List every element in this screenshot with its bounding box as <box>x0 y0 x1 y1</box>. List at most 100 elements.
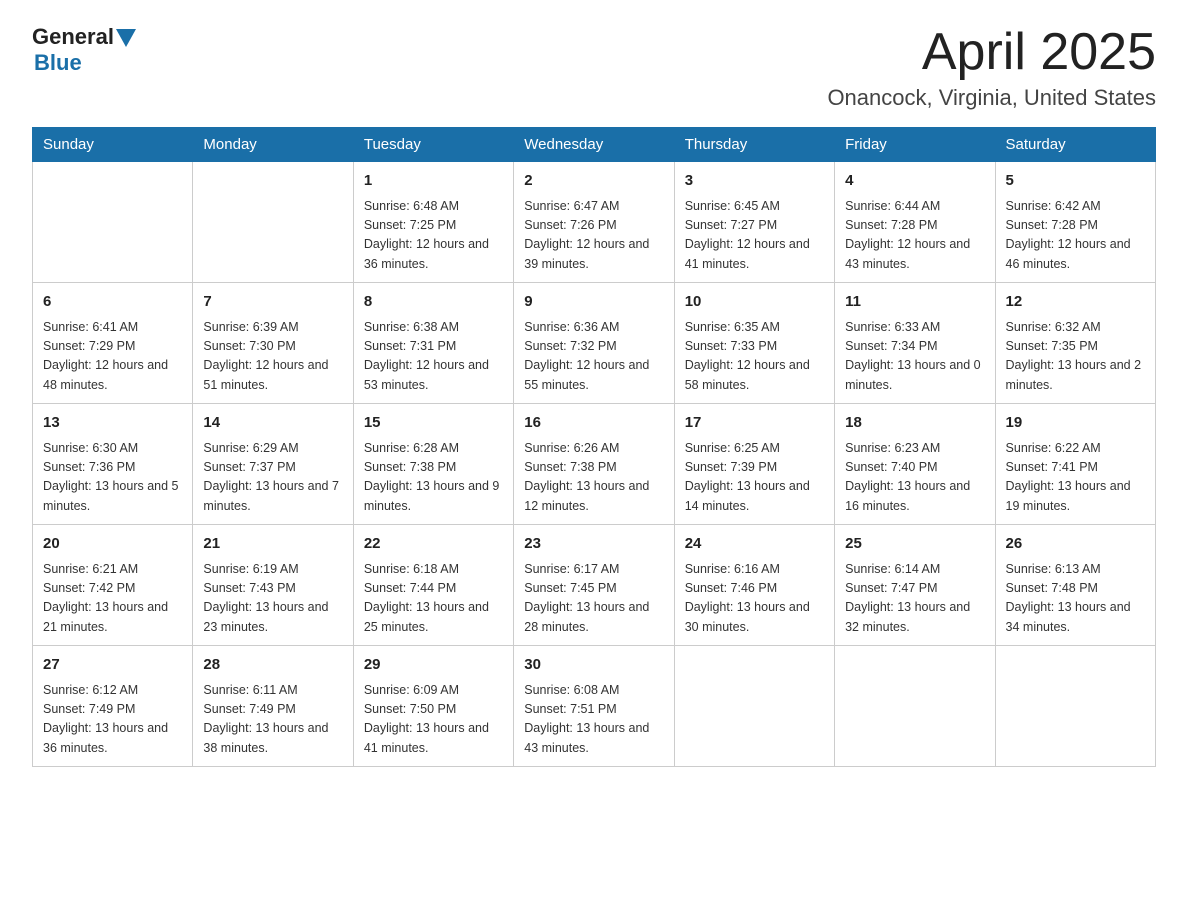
calendar-cell: 22 Sunrise: 6:18 AMSunset: 7:44 PMDayligh… <box>353 525 513 646</box>
calendar-cell: 5 Sunrise: 6:42 AMSunset: 7:28 PMDaylight… <box>995 162 1155 283</box>
day-info: Sunrise: 6:48 AMSunset: 7:25 PMDaylight:… <box>364 197 503 275</box>
day-number: 10 <box>685 291 824 314</box>
day-number: 8 <box>364 291 503 314</box>
day-info: Sunrise: 6:16 AMSunset: 7:46 PMDaylight:… <box>685 560 824 638</box>
calendar-cell: 13 Sunrise: 6:30 AMSunset: 7:36 PMDayligh… <box>33 404 193 525</box>
calendar-cell: 14 Sunrise: 6:29 AMSunset: 7:37 PMDayligh… <box>193 404 353 525</box>
calendar-cell: 23 Sunrise: 6:17 AMSunset: 7:45 PMDayligh… <box>514 525 674 646</box>
day-info: Sunrise: 6:45 AMSunset: 7:27 PMDaylight:… <box>685 197 824 275</box>
page-subtitle: Onancock, Virginia, United States <box>827 85 1156 111</box>
day-number: 22 <box>364 533 503 556</box>
day-info: Sunrise: 6:25 AMSunset: 7:39 PMDaylight:… <box>685 439 824 517</box>
calendar-cell: 19 Sunrise: 6:22 AMSunset: 7:41 PMDayligh… <box>995 404 1155 525</box>
weekday-header-saturday: Saturday <box>995 128 1155 162</box>
calendar-cell <box>33 162 193 283</box>
title-block: April 2025 Onancock, Virginia, United St… <box>827 24 1156 111</box>
calendar-cell: 29 Sunrise: 6:09 AMSunset: 7:50 PMDayligh… <box>353 646 513 767</box>
day-number: 12 <box>1006 291 1145 314</box>
calendar-cell: 16 Sunrise: 6:26 AMSunset: 7:38 PMDayligh… <box>514 404 674 525</box>
day-info: Sunrise: 6:11 AMSunset: 7:49 PMDaylight:… <box>203 681 342 759</box>
calendar-cell: 27 Sunrise: 6:12 AMSunset: 7:49 PMDayligh… <box>33 646 193 767</box>
day-info: Sunrise: 6:12 AMSunset: 7:49 PMDaylight:… <box>43 681 182 759</box>
day-info: Sunrise: 6:42 AMSunset: 7:28 PMDaylight:… <box>1006 197 1145 275</box>
calendar-cell: 26Sunrise: 6:13 AMSunset: 7:48 PMDayligh… <box>995 525 1155 646</box>
day-number: 18 <box>845 412 984 435</box>
calendar-cell <box>995 646 1155 767</box>
day-info: Sunrise: 6:26 AMSunset: 7:38 PMDaylight:… <box>524 439 663 517</box>
logo-arrow-icon <box>116 29 136 47</box>
day-number: 24 <box>685 533 824 556</box>
calendar-cell: 9Sunrise: 6:36 AMSunset: 7:32 PMDaylight… <box>514 283 674 404</box>
day-info: Sunrise: 6:35 AMSunset: 7:33 PMDaylight:… <box>685 318 824 396</box>
day-info: Sunrise: 6:36 AMSunset: 7:32 PMDaylight:… <box>524 318 663 396</box>
day-info: Sunrise: 6:17 AMSunset: 7:45 PMDaylight:… <box>524 560 663 638</box>
calendar-cell <box>835 646 995 767</box>
logo: General Blue <box>32 24 136 76</box>
day-info: Sunrise: 6:18 AMSunset: 7:44 PMDaylight:… <box>364 560 503 638</box>
calendar-cell: 3Sunrise: 6:45 AMSunset: 7:27 PMDaylight… <box>674 162 834 283</box>
day-number: 19 <box>1006 412 1145 435</box>
weekday-header-sunday: Sunday <box>33 128 193 162</box>
logo-blue-text: Blue <box>34 50 82 76</box>
weekday-header-tuesday: Tuesday <box>353 128 513 162</box>
logo-top: General <box>32 24 136 50</box>
day-info: Sunrise: 6:30 AMSunset: 7:36 PMDaylight:… <box>43 439 182 517</box>
day-info: Sunrise: 6:29 AMSunset: 7:37 PMDaylight:… <box>203 439 342 517</box>
day-number: 16 <box>524 412 663 435</box>
calendar-week-4: 20Sunrise: 6:21 AMSunset: 7:42 PMDayligh… <box>33 525 1156 646</box>
calendar-cell: 28Sunrise: 6:11 AMSunset: 7:49 PMDayligh… <box>193 646 353 767</box>
day-number: 25 <box>845 533 984 556</box>
page-header: General Blue April 2025 Onancock, Virgin… <box>32 24 1156 111</box>
calendar-cell: 4 Sunrise: 6:44 AMSunset: 7:28 PMDaylight… <box>835 162 995 283</box>
day-info: Sunrise: 6:13 AMSunset: 7:48 PMDaylight:… <box>1006 560 1145 638</box>
day-info: Sunrise: 6:41 AMSunset: 7:29 PMDaylight:… <box>43 318 182 396</box>
day-number: 13 <box>43 412 182 435</box>
calendar-week-1: 1 Sunrise: 6:48 AMSunset: 7:25 PMDaylight… <box>33 162 1156 283</box>
calendar-cell <box>674 646 834 767</box>
day-number: 29 <box>364 654 503 677</box>
day-info: Sunrise: 6:19 AMSunset: 7:43 PMDaylight:… <box>203 560 342 638</box>
day-number: 11 <box>845 291 984 314</box>
day-number: 21 <box>203 533 342 556</box>
day-info: Sunrise: 6:44 AMSunset: 7:28 PMDaylight:… <box>845 197 984 275</box>
page-title: April 2025 <box>827 24 1156 81</box>
calendar-cell: 10 Sunrise: 6:35 AMSunset: 7:33 PMDayligh… <box>674 283 834 404</box>
calendar-cell: 21 Sunrise: 6:19 AMSunset: 7:43 PMDayligh… <box>193 525 353 646</box>
logo-general-text: General <box>32 24 114 50</box>
weekday-header-friday: Friday <box>835 128 995 162</box>
day-info: Sunrise: 6:28 AMSunset: 7:38 PMDaylight:… <box>364 439 503 517</box>
day-info: Sunrise: 6:22 AMSunset: 7:41 PMDaylight:… <box>1006 439 1145 517</box>
day-number: 2 <box>524 170 663 193</box>
calendar-week-5: 27 Sunrise: 6:12 AMSunset: 7:49 PMDayligh… <box>33 646 1156 767</box>
day-info: Sunrise: 6:09 AMSunset: 7:50 PMDaylight:… <box>364 681 503 759</box>
calendar-cell: 2Sunrise: 6:47 AMSunset: 7:26 PMDaylight… <box>514 162 674 283</box>
day-number: 23 <box>524 533 663 556</box>
calendar-header: SundayMondayTuesdayWednesdayThursdayFrid… <box>33 128 1156 162</box>
day-number: 5 <box>1006 170 1145 193</box>
calendar-cell: 1 Sunrise: 6:48 AMSunset: 7:25 PMDaylight… <box>353 162 513 283</box>
weekday-header-wednesday: Wednesday <box>514 128 674 162</box>
calendar-cell: 11 Sunrise: 6:33 AMSunset: 7:34 PMDayligh… <box>835 283 995 404</box>
day-number: 27 <box>43 654 182 677</box>
calendar-week-3: 13 Sunrise: 6:30 AMSunset: 7:36 PMDayligh… <box>33 404 1156 525</box>
weekday-header-thursday: Thursday <box>674 128 834 162</box>
day-number: 14 <box>203 412 342 435</box>
day-number: 17 <box>685 412 824 435</box>
day-info: Sunrise: 6:33 AMSunset: 7:34 PMDaylight:… <box>845 318 984 396</box>
calendar-body: 1 Sunrise: 6:48 AMSunset: 7:25 PMDaylight… <box>33 162 1156 767</box>
calendar-cell: 20Sunrise: 6:21 AMSunset: 7:42 PMDayligh… <box>33 525 193 646</box>
day-number: 6 <box>43 291 182 314</box>
day-number: 1 <box>364 170 503 193</box>
day-number: 30 <box>524 654 663 677</box>
calendar-cell: 15Sunrise: 6:28 AMSunset: 7:38 PMDayligh… <box>353 404 513 525</box>
calendar-cell: 30Sunrise: 6:08 AMSunset: 7:51 PMDayligh… <box>514 646 674 767</box>
weekday-header-monday: Monday <box>193 128 353 162</box>
calendar-cell: 24 Sunrise: 6:16 AMSunset: 7:46 PMDayligh… <box>674 525 834 646</box>
day-number: 4 <box>845 170 984 193</box>
calendar-cell: 7Sunrise: 6:39 AMSunset: 7:30 PMDaylight… <box>193 283 353 404</box>
calendar-cell: 8Sunrise: 6:38 AMSunset: 7:31 PMDaylight… <box>353 283 513 404</box>
calendar-cell: 25Sunrise: 6:14 AMSunset: 7:47 PMDayligh… <box>835 525 995 646</box>
day-number: 7 <box>203 291 342 314</box>
day-info: Sunrise: 6:21 AMSunset: 7:42 PMDaylight:… <box>43 560 182 638</box>
calendar-cell: 6 Sunrise: 6:41 AMSunset: 7:29 PMDaylight… <box>33 283 193 404</box>
